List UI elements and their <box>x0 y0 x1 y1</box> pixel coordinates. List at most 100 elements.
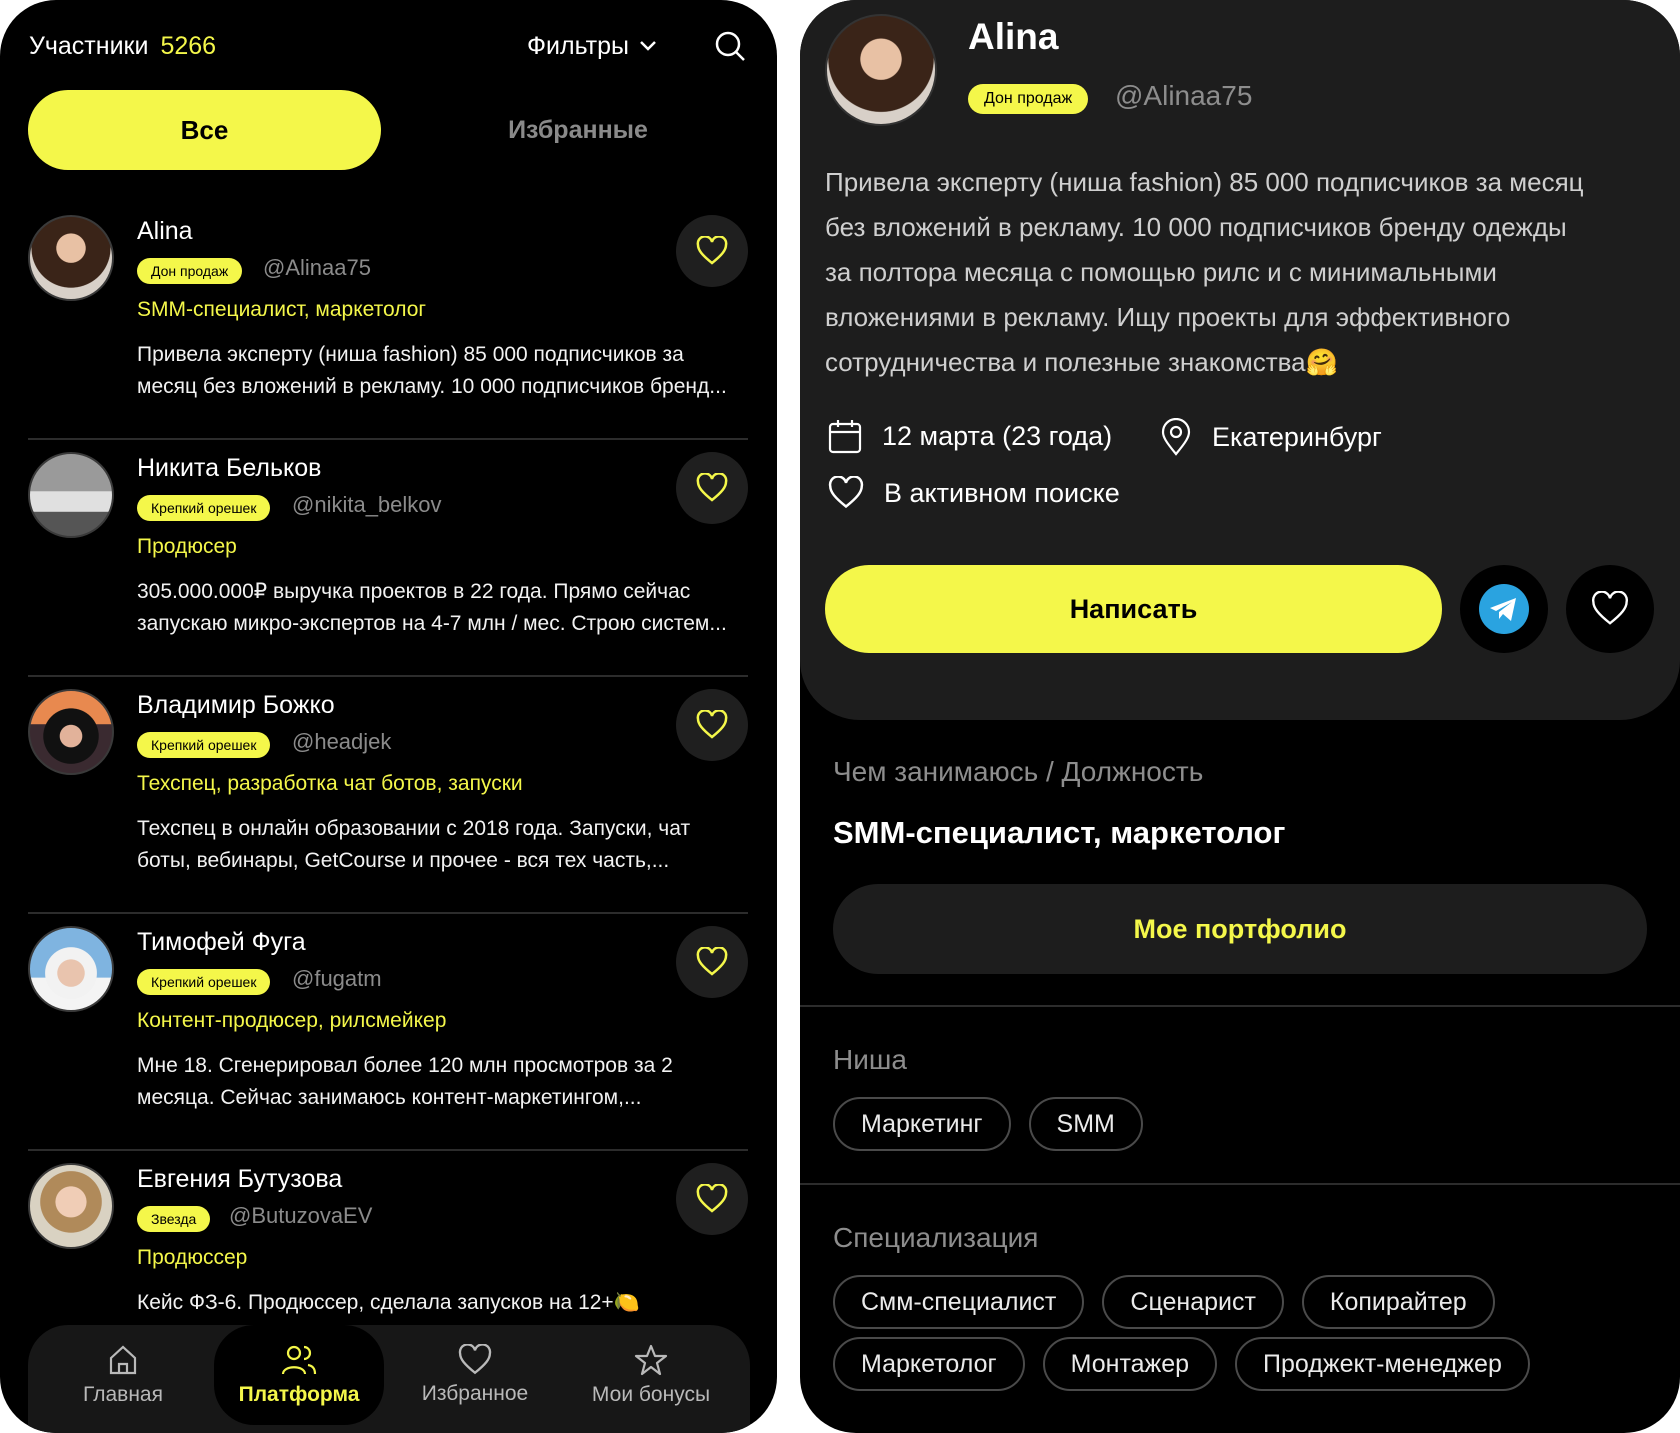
tab-home[interactable]: Главная <box>38 1325 208 1425</box>
tab-platform[interactable]: Платформа <box>214 1325 384 1425</box>
profile-bio: Привела эксперту (ниша fashion) 85 000 п… <box>825 160 1665 385</box>
description-line: Кейс ФЗ-6. Продюссер, сделала запусков н… <box>137 1291 640 1314</box>
description-line: месяца. Сейчас занимаюсь контент-маркети… <box>137 1086 642 1109</box>
divider <box>800 1005 1680 1007</box>
description-line: Техспец в онлайн образовании с 2018 года… <box>137 817 691 840</box>
tab-bonuses[interactable]: Мои бонусы <box>566 1325 736 1425</box>
search-status-text: В активном поиске <box>884 477 1120 508</box>
members-screen: Участники 5266 Фильтры Все Избранные Ali… <box>0 0 777 1433</box>
filters-label: Фильтры <box>527 31 629 60</box>
avatar <box>28 215 114 301</box>
bio-line: без вложений в рекламу. 10 000 подписчик… <box>825 212 1567 242</box>
star-icon <box>634 1344 668 1376</box>
member-card[interactable]: Никита Бельков Крепкий орешек @nikita_be… <box>28 440 748 677</box>
filters-button[interactable]: Фильтры <box>527 32 657 61</box>
status-badge: Звезда <box>137 1206 211 1232</box>
member-name: Владимир Божко <box>137 691 335 719</box>
specialization-label: Специализация <box>833 1222 1039 1253</box>
search-icon[interactable] <box>713 29 747 63</box>
member-card[interactable]: Тимофей Фуга Крепкий орешек @fugatm Конт… <box>28 914 748 1151</box>
chevron-down-icon <box>640 41 656 51</box>
member-handle: @fugatm <box>292 966 382 991</box>
home-icon <box>109 1345 137 1375</box>
write-message-button[interactable]: Написать <box>825 565 1442 653</box>
tab-label: Избранное <box>421 1382 529 1405</box>
member-handle: @Alinaa75 <box>263 255 371 280</box>
bio-line: вложениями в рекламу. Ищу проекты для эф… <box>825 302 1511 332</box>
status-badge: Дон продаж <box>137 258 243 284</box>
profile-screen: Alina Дон продаж @Alinaa75 Привела экспе… <box>800 0 1680 1433</box>
favorite-button[interactable] <box>676 689 748 761</box>
member-description: Техспец в онлайн образовании с 2018 года… <box>137 813 747 877</box>
tab-label: Главная <box>83 1383 163 1406</box>
member-handle: @ButuzovaEV <box>229 1203 373 1228</box>
tab-label: Платформа <box>238 1383 360 1406</box>
avatar <box>28 452 114 538</box>
users-icon <box>281 1345 317 1375</box>
member-name: Тимофей Фуга <box>137 928 306 956</box>
page-title: Участники <box>29 31 149 60</box>
tab-favorites[interactable]: Избранные <box>408 90 748 170</box>
city-row: Екатеринбург <box>1160 418 1382 456</box>
telegram-icon <box>1479 584 1529 634</box>
heart-icon <box>458 1344 492 1375</box>
member-handle: @nikita_belkov <box>292 492 442 517</box>
heart-icon <box>828 476 864 509</box>
tag-chip: Смм-специалист <box>833 1275 1085 1329</box>
favorite-button[interactable] <box>676 452 748 524</box>
members-list: Alina Дон продаж @Alinaa75 SMM-специалис… <box>28 203 748 1388</box>
favorite-button[interactable] <box>676 1163 748 1235</box>
heart-icon <box>696 947 728 976</box>
portfolio-button[interactable]: Мое портфолио <box>833 884 1647 974</box>
heart-icon <box>696 473 728 502</box>
city-text: Екатеринбург <box>1212 421 1382 452</box>
member-role: Продюсер <box>137 535 237 558</box>
tab-favorites-nav[interactable]: Избранное <box>390 1325 560 1425</box>
description-line: боты, вебинары, GetCourse и прочее - вся… <box>137 849 670 872</box>
tag-chip: Проджект-менеджер <box>1235 1337 1530 1391</box>
avatar <box>28 689 114 775</box>
status-badge: Крепкий орешек <box>137 732 271 758</box>
tab-all[interactable]: Все <box>28 90 381 170</box>
heart-icon <box>1592 591 1628 625</box>
tag-chip: Сценарист <box>1102 1275 1284 1329</box>
avatar <box>28 1163 114 1249</box>
member-name: Никита Бельков <box>137 454 322 482</box>
profile-card: Alina Дон продаж @Alinaa75 Привела экспе… <box>800 0 1680 720</box>
niche-tags: Маркетинг SMM <box>833 1097 1673 1151</box>
member-description: 305.000.000₽ выручка проектов в 22 года.… <box>137 576 747 640</box>
member-role: Продюссер <box>137 1246 248 1269</box>
profile-name: Alina <box>968 16 1059 57</box>
favorite-button[interactable] <box>1566 565 1654 653</box>
description-line: запускаю микро-экспертов на 4-7 млн / ме… <box>137 612 727 635</box>
telegram-button[interactable] <box>1460 565 1548 653</box>
description-line: Привела эксперту (ниша fashion) 85 000 п… <box>137 343 684 366</box>
member-role: SMM-специалист, маркетолог <box>137 298 427 321</box>
segment-control: Все Избранные <box>28 90 748 170</box>
tag-chip: Маркетолог <box>833 1337 1025 1391</box>
tag-chip: Маркетинг <box>833 1097 1011 1151</box>
heart-icon <box>696 710 728 739</box>
tag-chip: Копирайтер <box>1301 1275 1495 1329</box>
member-card[interactable]: Alina Дон продаж @Alinaa75 SMM-специалис… <box>28 203 748 440</box>
status-badge: Крепкий орешек <box>137 969 271 995</box>
member-name: Alina <box>137 217 193 245</box>
tab-label: Мои бонусы <box>591 1383 711 1406</box>
search-status-row: В активном поиске <box>828 476 1120 510</box>
status-badge: Дон продаж <box>968 84 1089 114</box>
niche-label: Ниша <box>833 1044 907 1075</box>
member-description: Кейс ФЗ-6. Продюссер, сделала запусков н… <box>137 1287 747 1319</box>
members-header: Участники 5266 Фильтры <box>29 26 747 66</box>
birthday-row: 12 марта (23 года) <box>828 418 1112 454</box>
favorite-button[interactable] <box>676 215 748 287</box>
tag-chip: Монтажер <box>1042 1337 1218 1391</box>
description-line: месяц без вложений в рекламу. 10 000 под… <box>137 375 727 398</box>
member-handle: @headjek <box>292 729 392 754</box>
member-card[interactable]: Владимир Божко Крепкий орешек @headjek Т… <box>28 677 748 914</box>
favorite-button[interactable] <box>676 926 748 998</box>
status-badge: Крепкий орешек <box>137 495 271 521</box>
avatar <box>28 926 114 1012</box>
heart-icon <box>696 1184 728 1213</box>
bio-line: Привела эксперту (ниша fashion) 85 000 п… <box>825 167 1584 197</box>
member-role: Техспец, разработка чат ботов, запуски <box>137 772 523 795</box>
